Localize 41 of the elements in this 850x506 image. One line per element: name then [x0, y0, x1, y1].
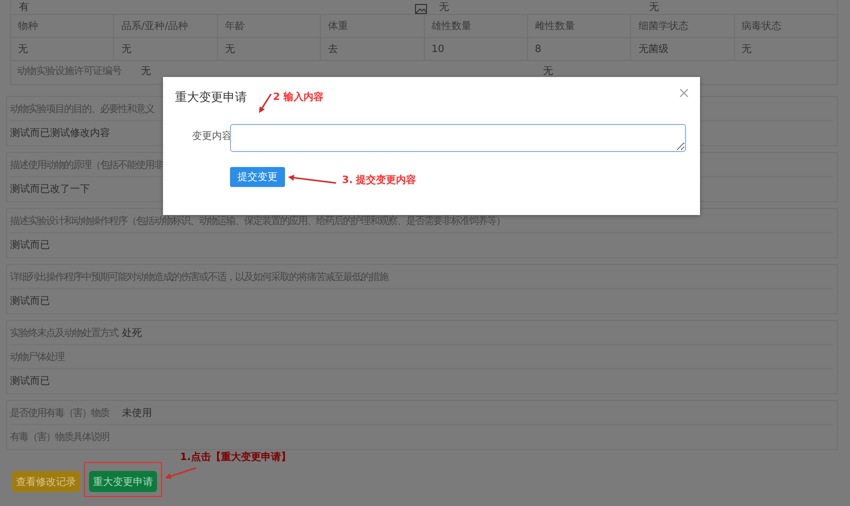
field-value: 处死 — [122, 326, 142, 340]
annotation-text: 2 输入内容 — [273, 90, 324, 104]
field-value: 测试而已测试修改内容 — [10, 126, 110, 140]
arrow — [259, 94, 272, 113]
table-cell: 去 — [320, 38, 424, 60]
field-value: 测试而已 — [10, 294, 50, 308]
column-header: 病毒状态 — [734, 14, 838, 38]
annotation-text: 1.点击【重大变更申请】 — [180, 450, 291, 464]
table-cell: 无 — [10, 38, 114, 60]
table-cell: 无菌级 — [630, 38, 734, 60]
change-request-button[interactable]: 重大变更申请 — [89, 471, 157, 492]
field-value: 测试而已改了一下 — [10, 182, 90, 196]
column-header: 年龄 — [217, 14, 321, 38]
field-value: 未使用 — [122, 406, 152, 420]
arrow — [165, 467, 196, 480]
table-cell: 无 — [114, 38, 218, 60]
field-value: 无 — [649, 2, 659, 14]
arrow — [288, 174, 336, 184]
submit-button[interactable]: 提交变更 — [230, 167, 285, 187]
column-header: 品系/亚种/品种 — [114, 14, 218, 38]
dialog-title: 重大变更申请 — [175, 89, 247, 106]
column-header: 雄性数量 — [424, 14, 528, 38]
field-value: 有 — [19, 2, 29, 14]
field-value: 测试而已 — [10, 238, 50, 252]
column-header: 物种 — [10, 14, 114, 38]
table-cell: 无 — [217, 38, 321, 60]
column-header: 雌性数量 — [527, 14, 631, 38]
table-cell: 无 — [734, 38, 838, 60]
column-header: 体重 — [320, 14, 424, 38]
history-button[interactable]: 查看修改记录 — [12, 471, 80, 492]
field-value: 无 — [140, 65, 152, 78]
field-value: 无 — [542, 65, 554, 78]
field-value: 测试而已 — [10, 374, 50, 388]
image-icon[interactable] — [415, 4, 427, 14]
table-cell: 8 — [527, 38, 631, 60]
table-cell: 10 — [424, 38, 528, 60]
field-value: 无 — [439, 2, 449, 14]
annotation-text: 3. 提交变更内容 — [342, 173, 416, 187]
column-header: 细菌学状态 — [630, 14, 734, 38]
input-field[interactable] — [230, 124, 686, 152]
close-icon[interactable] — [680, 89, 688, 97]
